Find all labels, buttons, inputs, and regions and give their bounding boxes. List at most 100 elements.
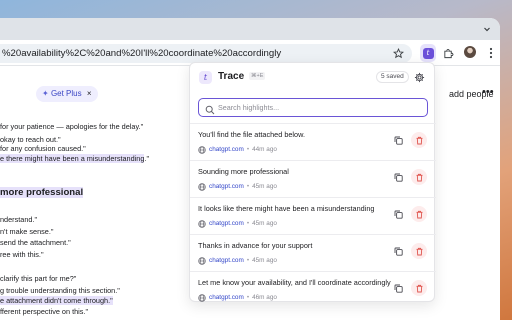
source-domain-link[interactable]: chatgpt.com xyxy=(209,220,244,227)
source-domain-link[interactable]: chatgpt.com xyxy=(209,257,244,264)
globe-icon xyxy=(198,182,206,191)
highlight-text: You'll find the file attached below. xyxy=(198,130,306,139)
highlight-tail: ." xyxy=(144,154,150,163)
trash-icon xyxy=(416,210,422,218)
highlight-text: Sounding more professional xyxy=(198,167,289,176)
highlight-meta: chatgpt.com • 44m ago xyxy=(198,145,277,154)
chevron-down-icon[interactable] xyxy=(480,22,494,36)
timestamp: 44m ago xyxy=(252,146,277,153)
chat-line: send the attachment." xyxy=(0,238,71,247)
trash-icon xyxy=(416,173,422,181)
close-icon[interactable]: × xyxy=(87,89,92,98)
address-bar[interactable]: %20availability%2C%20and%20I'll%20coordi… xyxy=(0,44,412,63)
url-text: %20availability%2C%20and%20I'll%20coordi… xyxy=(2,48,282,59)
chat-line: okay to reach out." xyxy=(0,135,61,144)
sparkle-icon: ✦ xyxy=(42,89,49,98)
globe-icon xyxy=(198,145,206,154)
meta-separator: • xyxy=(246,146,250,153)
puzzle-icon[interactable] xyxy=(441,46,455,60)
divider xyxy=(190,271,436,272)
chat-line: nderstand." xyxy=(0,215,38,224)
panel-header: t Trace ⌘+E 5 saved xyxy=(190,63,436,91)
highlight-meta: chatgpt.com • 45m ago xyxy=(198,182,277,191)
timestamp: 45m ago xyxy=(252,183,277,190)
copy-button[interactable] xyxy=(390,132,406,148)
copy-icon xyxy=(394,173,403,182)
delete-button[interactable] xyxy=(411,132,427,148)
kebab-icon[interactable] xyxy=(484,46,498,60)
delete-button[interactable] xyxy=(411,243,427,259)
saved-count-badge: 5 saved xyxy=(376,71,409,83)
search-icon xyxy=(205,102,215,120)
get-plus-label: Get Plus xyxy=(50,89,82,98)
chat-line-highlighted: e attachment didn't come through." xyxy=(0,296,113,305)
trash-icon xyxy=(416,247,422,255)
chat-line: ree with this." xyxy=(0,250,44,259)
highlight-span: e attachment didn't come through." xyxy=(0,296,113,305)
highlight-meta: chatgpt.com • 46m ago xyxy=(198,293,277,302)
highlight-item[interactable]: It looks like there might have been a mi… xyxy=(190,199,436,235)
meta-separator: • xyxy=(246,183,250,190)
chat-line: fferent perspective on this." xyxy=(0,307,89,316)
delete-button[interactable] xyxy=(411,280,427,296)
highlight-item[interactable]: You'll find the file attached below. cha… xyxy=(190,125,436,161)
section-heading: more professional xyxy=(0,187,84,198)
meta-separator: • xyxy=(246,220,250,227)
highlight-text: It looks like there might have been a mi… xyxy=(198,204,375,213)
trace-popup-panel: t Trace ⌘+E 5 saved You'll find the file… xyxy=(189,62,436,302)
section-heading-text: more professional xyxy=(0,187,84,198)
source-domain-link[interactable]: chatgpt.com xyxy=(209,294,244,301)
globe-icon xyxy=(198,293,206,302)
divider xyxy=(190,234,436,235)
copy-button[interactable] xyxy=(390,280,406,296)
highlight-span: e there might have been a misunderstandi… xyxy=(0,154,145,163)
divider xyxy=(190,160,436,161)
star-icon[interactable] xyxy=(392,47,405,63)
chat-line: for any confusion caused." xyxy=(0,144,86,153)
gear-icon[interactable] xyxy=(413,71,425,83)
globe-icon xyxy=(198,219,206,228)
highlight-item[interactable]: Thanks in advance for your support chatg… xyxy=(190,236,436,272)
copy-button[interactable] xyxy=(390,169,406,185)
copy-icon xyxy=(394,284,403,293)
timestamp: 45m ago xyxy=(252,257,277,264)
timestamp: 46m ago xyxy=(252,294,277,301)
delete-button[interactable] xyxy=(411,206,427,222)
highlight-text: Thanks in advance for your support xyxy=(198,241,313,250)
globe-icon xyxy=(198,256,206,265)
delete-button[interactable] xyxy=(411,169,427,185)
highlight-text: Let me know your availability, and I'll … xyxy=(198,278,391,287)
copy-button[interactable] xyxy=(390,206,406,222)
copy-icon xyxy=(394,247,403,256)
chat-line: clarify this part for me?" xyxy=(0,274,77,283)
copy-icon xyxy=(394,210,403,219)
chat-line: for your patience — apologies for the de… xyxy=(0,122,144,131)
trace-extension-button[interactable]: t xyxy=(420,44,436,62)
trash-icon xyxy=(416,284,422,292)
chat-line-highlighted: e there might have been a misunderstandi… xyxy=(0,154,149,163)
search-box[interactable] xyxy=(198,98,428,117)
profile-avatar[interactable] xyxy=(464,46,476,58)
search-input[interactable] xyxy=(218,101,418,114)
divider xyxy=(190,197,436,198)
get-plus-button[interactable]: ✦ Get Plus × xyxy=(36,86,98,102)
divider xyxy=(190,123,436,124)
more-options-icon[interactable]: ••• xyxy=(482,86,494,98)
copy-icon xyxy=(394,136,403,145)
meta-separator: • xyxy=(246,294,250,301)
source-domain-link[interactable]: chatgpt.com xyxy=(209,183,244,190)
copy-button[interactable] xyxy=(390,243,406,259)
highlight-meta: chatgpt.com • 45m ago xyxy=(198,256,277,265)
shortcut-hint: ⌘+E xyxy=(249,72,266,80)
meta-separator: • xyxy=(246,257,250,264)
source-domain-link[interactable]: chatgpt.com xyxy=(209,146,244,153)
chat-line: n't make sense." xyxy=(0,227,54,236)
highlight-meta: chatgpt.com • 45m ago xyxy=(198,219,277,228)
trace-logo-icon: t xyxy=(422,47,434,59)
highlight-item[interactable]: Sounding more professional chatgpt.com •… xyxy=(190,162,436,198)
trash-icon xyxy=(416,136,422,144)
highlight-item[interactable]: Let me know your availability, and I'll … xyxy=(190,273,436,309)
trace-logo-icon: t xyxy=(199,71,212,84)
panel-title: Trace xyxy=(218,71,245,82)
tab-strip xyxy=(0,18,500,40)
